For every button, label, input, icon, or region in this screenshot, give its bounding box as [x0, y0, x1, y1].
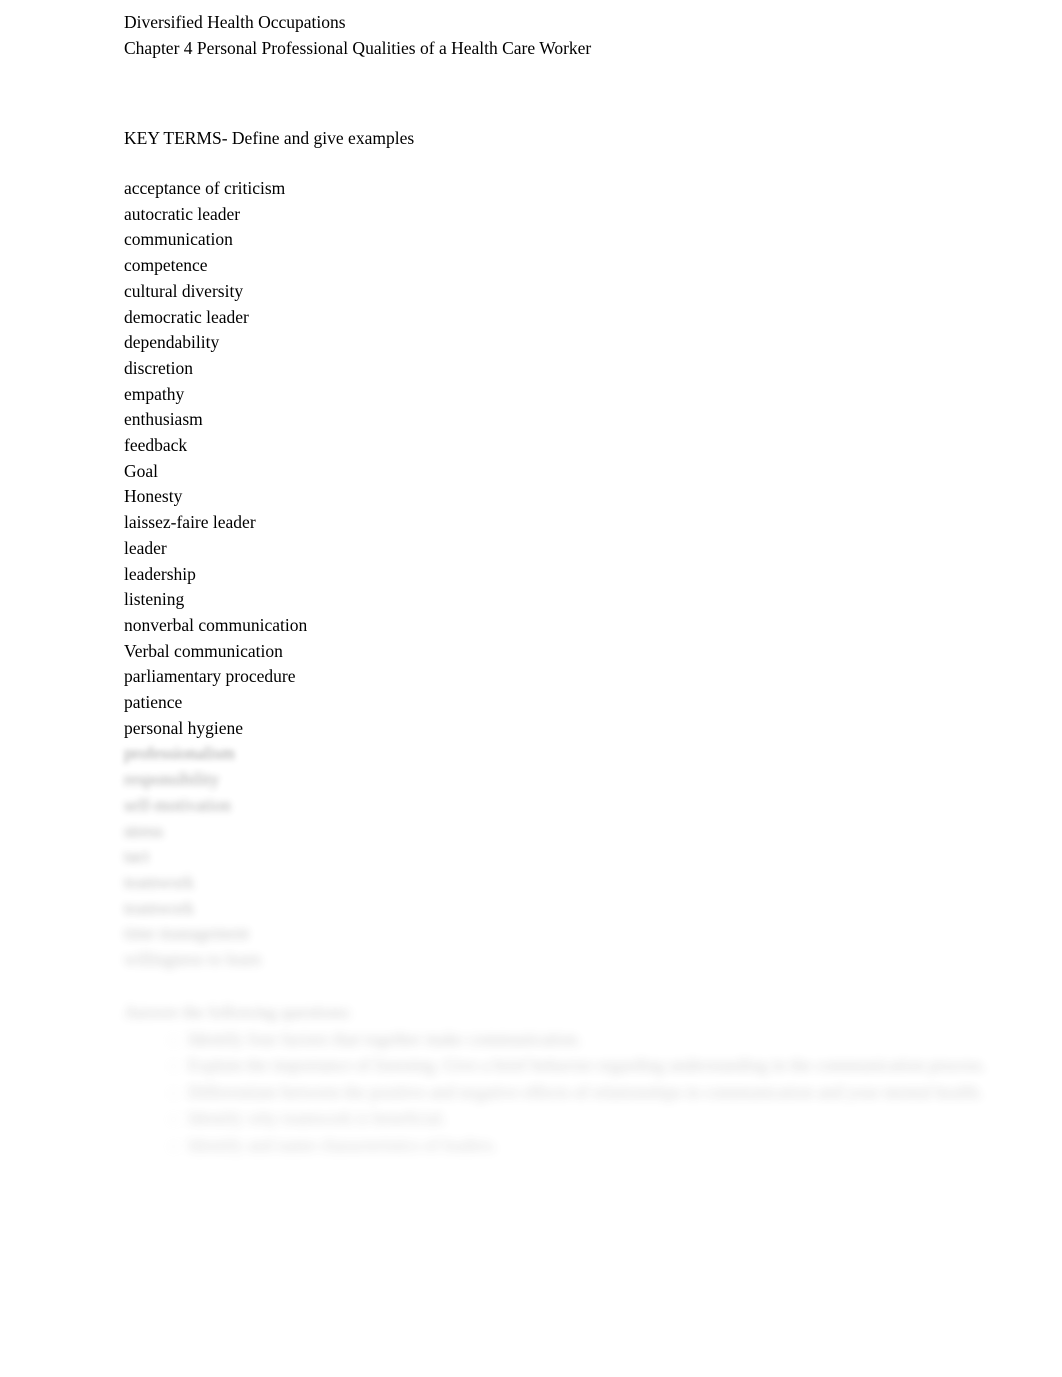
- key-term-item: competence: [124, 255, 208, 276]
- key-term-item: teamwork: [124, 897, 194, 918]
- key-term-item: parliamentary procedure: [124, 666, 296, 687]
- questions-lead-in: Answer the following questions:: [124, 1001, 352, 1022]
- key-term-item: willingness to learn: [124, 949, 262, 970]
- key-term-item: personal hygiene: [124, 717, 244, 738]
- document-body: Diversified Health Occupations Chapter 4…: [124, 0, 1004, 1159]
- key-term-item: acceptance of criticism: [124, 178, 286, 198]
- question-item: Identify and name characteristics of lea…: [188, 1133, 1004, 1159]
- key-term-item: tact: [124, 846, 150, 867]
- question-item: Identify why teamwork is beneficial.: [188, 1106, 1004, 1132]
- key-term-item: autocratic leader: [124, 203, 241, 224]
- key-terms-heading: KEY TERMS- Define and give examples: [124, 128, 415, 148]
- key-term-item: responsibility: [124, 769, 220, 790]
- key-term-item: leadership: [124, 563, 196, 584]
- course-title: Diversified Health Occupations: [124, 12, 346, 32]
- questions-section: Answer the following questions: Identify…: [124, 999, 1004, 1159]
- question-item: Identify four factors that together make…: [188, 1027, 1004, 1053]
- key-term-item: teamwork: [124, 871, 194, 892]
- key-term-item: enthusiasm: [124, 409, 203, 430]
- document-page: Diversified Health Occupations Chapter 4…: [0, 0, 1062, 1377]
- question-item: Explain the importance of listening. Giv…: [188, 1053, 1004, 1079]
- key-term-item: time management: [124, 923, 249, 944]
- key-term-item: stress: [124, 820, 163, 841]
- key-term-item: self-motivation: [124, 794, 231, 815]
- key-terms-list: acceptance of criticism autocratic leader…: [124, 176, 1004, 973]
- document-header: Diversified Health Occupations Chapter 4…: [124, 0, 1004, 61]
- key-term-item: professionalism: [124, 743, 235, 764]
- key-term-item: communication: [124, 229, 233, 250]
- key-term-item: democratic leader: [124, 306, 249, 327]
- key-term-item: nonverbal communication: [124, 614, 308, 635]
- key-term-item: Honesty: [124, 486, 183, 507]
- chapter-title: Chapter 4 Personal Professional Qualitie…: [124, 38, 592, 58]
- key-term-item: patience: [124, 692, 183, 713]
- key-term-item: leader: [124, 537, 167, 558]
- key-term-item: discretion: [124, 357, 194, 378]
- key-term-item: dependability: [124, 332, 220, 353]
- key-term-item: cultural diversity: [124, 280, 244, 301]
- key-term-item: listening: [124, 589, 185, 610]
- key-term-item: Verbal communication: [124, 640, 283, 661]
- key-term-item: laissez-faire leader: [124, 512, 256, 533]
- key-term-item: empathy: [124, 383, 185, 404]
- questions-list: Identify four factors that together make…: [124, 1027, 1004, 1159]
- question-item: Differentiate between the positive and n…: [188, 1080, 1004, 1106]
- key-term-item: feedback: [124, 435, 188, 456]
- key-term-item: Goal: [124, 460, 159, 481]
